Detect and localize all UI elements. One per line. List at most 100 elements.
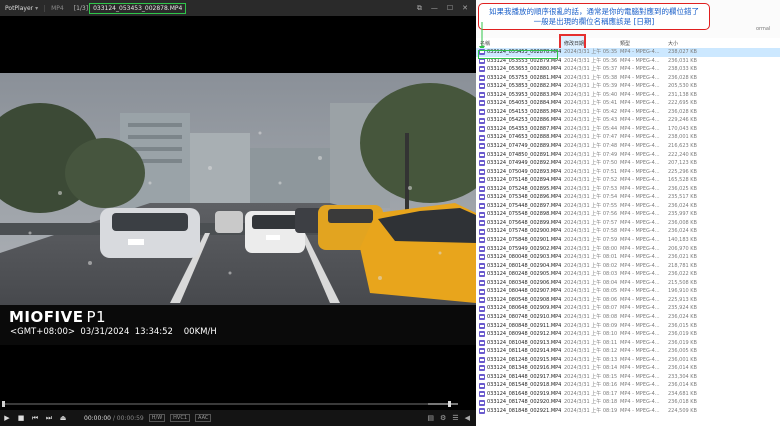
file-row[interactable]: 033124_053953_002883.MP4 2024/3/31 上午 05:… — [476, 91, 780, 100]
file-row[interactable]: 033124_074653_002888.MP4 2024/3/31 上午 07:… — [476, 133, 780, 142]
file-type: MP4 - MPEG-4... — [620, 160, 660, 167]
file-size: 238,033 KB — [668, 66, 697, 73]
eject-icon[interactable]: ⏏ — [56, 414, 70, 422]
file-row[interactable]: 033124_075848_002901.MP4 2024/3/31 上午 07:… — [476, 236, 780, 245]
subtitle-icon[interactable]: ▤ — [427, 414, 434, 422]
dashcam-scene — [0, 73, 476, 345]
seek-track[interactable] — [2, 403, 446, 405]
file-type: MP4 - MPEG-4... — [620, 305, 660, 312]
file-row[interactable]: 033124_075148_002894.MP4 2024/3/31 上午 07:… — [476, 176, 780, 185]
codec-tag[interactable]: H/W — [148, 414, 166, 422]
video-file-icon — [479, 160, 485, 167]
file-name: 033124_080848_002911.MP4 — [487, 322, 562, 329]
file-name: 033124_081648_002919.MP4 — [487, 390, 562, 397]
volume-track[interactable] — [428, 403, 458, 405]
file-row[interactable]: 033124_075949_002902.MP4 2024/3/31 上午 08:… — [476, 245, 780, 254]
file-row[interactable]: 033124_080948_002912.MP4 2024/3/31 上午 08:… — [476, 330, 780, 339]
file-row[interactable]: 033124_081348_002916.MP4 2024/3/31 上午 08:… — [476, 364, 780, 373]
codec-tag[interactable]: HVC1 — [170, 414, 191, 422]
file-row[interactable]: 033124_074850_002891.MP4 2024/3/31 上午 07:… — [476, 151, 780, 160]
maximize-icon[interactable]: ☐ — [447, 4, 453, 13]
previous-icon[interactable]: ⏮ — [28, 414, 42, 423]
column-name[interactable]: 名稱 — [480, 40, 490, 47]
file-name: 033124_080348_002906.MP4 — [487, 279, 562, 286]
play-icon[interactable]: ▶ — [0, 414, 14, 422]
file-row[interactable]: 033124_075248_002895.MP4 2024/3/31 上午 07:… — [476, 185, 780, 194]
file-row[interactable]: 033124_081048_002913.MP4 2024/3/31 上午 08:… — [476, 339, 780, 348]
file-name: 033124_080248_002905.MP4 — [487, 271, 562, 278]
file-row[interactable]: 033124_053753_002881.MP4 2024/3/31 上午 05:… — [476, 74, 780, 83]
video-file-icon — [479, 151, 485, 158]
osd-model: P1 — [86, 308, 107, 326]
next-icon[interactable]: ⏭ — [42, 414, 56, 423]
file-row[interactable]: 033124_054353_002887.MP4 2024/3/31 上午 05:… — [476, 125, 780, 134]
file-type: MP4 - MPEG-4... — [620, 100, 660, 107]
app-menu-button[interactable]: PotPlayer ▾ — [0, 5, 44, 12]
close-icon[interactable]: ✕ — [462, 4, 468, 13]
file-size: 235,517 KB — [668, 194, 697, 201]
file-name: 033124_081048_002913.MP4 — [487, 339, 562, 346]
file-row[interactable]: 033124_074949_002892.MP4 2024/3/31 上午 07:… — [476, 159, 780, 168]
file-row[interactable]: 033124_075748_002900.MP4 2024/3/31 上午 07:… — [476, 227, 780, 236]
file-row[interactable]: 033124_075548_002898.MP4 2024/3/31 上午 07:… — [476, 210, 780, 219]
file-date: 2024/3/31 上午 08:01 — [564, 254, 618, 261]
file-name: 033124_080048_002903.MP4 — [487, 254, 562, 261]
playlist-icon[interactable]: ☰ — [452, 414, 458, 422]
file-row[interactable]: 033124_080148_002904.MP4 2024/3/31 上午 08:… — [476, 262, 780, 271]
column-type[interactable]: 類型 — [620, 40, 630, 47]
video-file-icon — [479, 408, 485, 415]
seek-bar[interactable] — [0, 400, 476, 408]
volume-icon[interactable]: ◀ — [465, 414, 470, 422]
file-row[interactable]: 033124_074749_002889.MP4 2024/3/31 上午 07:… — [476, 142, 780, 151]
minimize-icon[interactable]: — — [431, 4, 438, 13]
file-size: 216,623 KB — [668, 143, 697, 150]
file-type: MP4 - MPEG-4... — [620, 108, 660, 115]
file-type: MP4 - MPEG-4... — [620, 245, 660, 252]
file-row[interactable]: 033124_075348_002896.MP4 2024/3/31 上午 07:… — [476, 193, 780, 202]
file-date: 2024/3/31 上午 05:43 — [564, 117, 618, 124]
file-date: 2024/3/31 上午 05:42 — [564, 108, 618, 115]
volume-handle[interactable] — [448, 401, 451, 407]
file-row[interactable]: 033124_054153_002885.MP4 2024/3/31 上午 05:… — [476, 108, 780, 117]
file-type: MP4 - MPEG-4... — [620, 134, 660, 141]
file-row[interactable]: 033124_081248_002915.MP4 2024/3/31 上午 08:… — [476, 356, 780, 365]
codec-tag[interactable]: AAC — [195, 414, 212, 422]
video-file-icon — [479, 305, 485, 312]
file-date: 2024/3/31 上午 05:35 — [564, 49, 618, 55]
video-file-icon — [479, 331, 485, 338]
seek-handle[interactable] — [2, 401, 5, 407]
file-row[interactable]: 033124_081848_002921.MP4 2024/3/31 上午 08:… — [476, 407, 780, 416]
pin-icon[interactable]: ⧉ — [417, 4, 422, 13]
file-row[interactable]: 033124_075049_002893.MP4 2024/3/31 上午 07:… — [476, 168, 780, 177]
file-row[interactable]: 033124_053653_002880.MP4 2024/3/31 上午 05:… — [476, 65, 780, 74]
file-row[interactable]: 033124_054253_002886.MP4 2024/3/31 上午 05:… — [476, 116, 780, 125]
stop-icon[interactable]: ■ — [14, 414, 28, 422]
file-row[interactable]: 033124_081648_002919.MP4 2024/3/31 上午 08:… — [476, 390, 780, 399]
file-row[interactable]: 033124_080548_002908.MP4 2024/3/31 上午 08:… — [476, 296, 780, 305]
file-row[interactable]: 033124_080348_002906.MP4 2024/3/31 上午 08:… — [476, 279, 780, 288]
file-row[interactable]: 033124_080248_002905.MP4 2024/3/31 上午 08:… — [476, 270, 780, 279]
file-row[interactable]: 033124_080648_002909.MP4 2024/3/31 上午 08:… — [476, 304, 780, 313]
file-row[interactable]: 033124_075448_002897.MP4 2024/3/31 上午 07:… — [476, 202, 780, 211]
file-row[interactable]: 033124_054053_002884.MP4 2024/3/31 上午 05:… — [476, 99, 780, 108]
column-size[interactable]: 大小 — [668, 40, 678, 47]
file-date: 2024/3/31 上午 05:44 — [564, 125, 618, 132]
file-row[interactable]: 033124_081548_002918.MP4 2024/3/31 上午 08:… — [476, 381, 780, 390]
file-row[interactable]: 033124_080448_002907.MP4 2024/3/31 上午 08:… — [476, 287, 780, 296]
file-row[interactable]: 033124_080048_002903.MP4 2024/3/31 上午 08:… — [476, 253, 780, 262]
settings-icon[interactable]: ⚙ — [440, 414, 446, 422]
video-frame[interactable]: MIOFIVE P1 <GMT+08:00> 03/31/2024 13:34:5… — [0, 73, 476, 345]
file-size: 218,781 KB — [668, 262, 697, 269]
file-row[interactable]: 033124_053853_002882.MP4 2024/3/31 上午 05:… — [476, 82, 780, 91]
video-file-icon — [479, 297, 485, 304]
file-row[interactable]: 033124_081448_002917.MP4 2024/3/31 上午 08:… — [476, 373, 780, 382]
file-row[interactable]: 033124_081748_002920.MP4 2024/3/31 上午 08:… — [476, 398, 780, 407]
file-size: 165,528 KB — [668, 177, 697, 184]
file-date: 2024/3/31 上午 08:06 — [564, 296, 618, 303]
file-date: 2024/3/31 上午 07:50 — [564, 160, 618, 167]
file-row[interactable]: 033124_081148_002914.MP4 2024/3/31 上午 08:… — [476, 347, 780, 356]
file-row[interactable]: 033124_080748_002910.MP4 2024/3/31 上午 08:… — [476, 313, 780, 322]
file-row[interactable]: 033124_075648_002899.MP4 2024/3/31 上午 07:… — [476, 219, 780, 228]
file-type: MP4 - MPEG-4... — [620, 339, 660, 346]
file-row[interactable]: 033124_080848_002911.MP4 2024/3/31 上午 08:… — [476, 322, 780, 331]
